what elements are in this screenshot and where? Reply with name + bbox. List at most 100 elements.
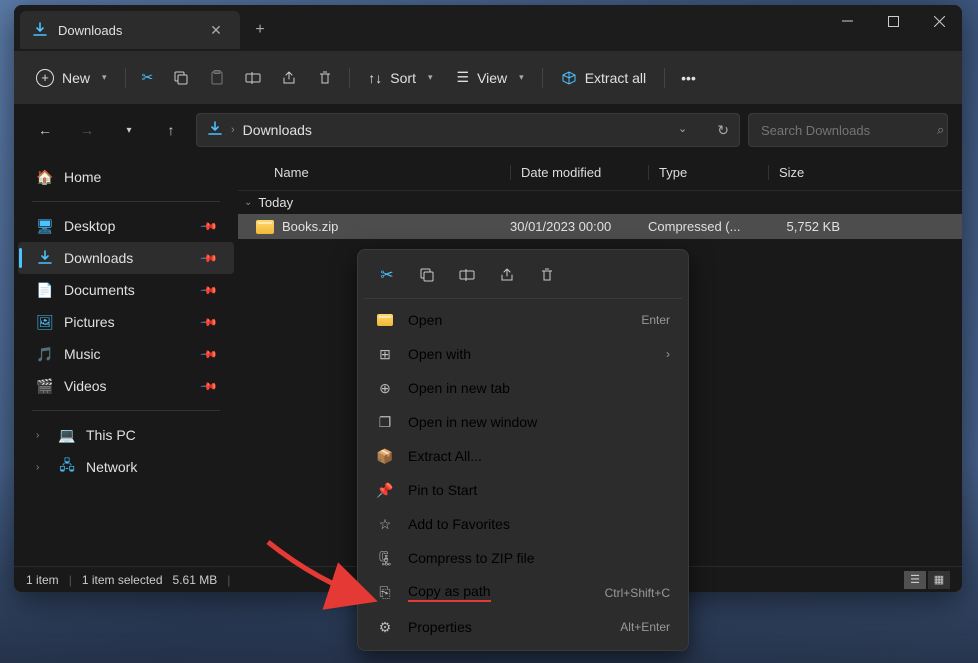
sidebar-item-videos[interactable]: 🎬 Videos 📌 [18,370,234,402]
close-tab-icon[interactable]: ✕ [204,18,228,42]
status-selected: 1 item selected [82,573,163,587]
search-box[interactable]: ⌕ [748,113,948,147]
search-icon: ⌕ [937,122,944,138]
sidebar-item-pictures[interactable]: 🖼 Pictures 📌 [18,306,234,338]
ctx-share-button[interactable] [490,260,524,290]
history-dropdown[interactable]: ▾ [112,113,146,147]
scissors-icon: ✂ [380,265,393,285]
pin-icon: 📌 [200,345,219,364]
extract-icon: 📦 [376,447,394,465]
ctx-open-tab[interactable]: ⊕ Open in new tab [364,371,682,405]
extract-icon [561,70,577,86]
chevron-down-icon[interactable]: ⌄ [678,122,687,139]
column-name[interactable]: Name [264,165,510,180]
file-name: Books.zip [282,219,338,234]
videos-icon: 🎬 [36,377,54,395]
share-button[interactable] [273,64,305,92]
file-size: 5,752 KB [768,219,854,234]
titlebar: Downloads ✕ + [14,5,962,51]
chevron-right-icon: › [231,124,235,136]
clipboard-icon [209,70,225,86]
new-window-icon: ❐ [376,413,394,431]
status-item-count: 1 item [26,573,59,587]
ctx-copy-button[interactable] [410,260,444,290]
column-date[interactable]: Date modified [510,165,648,180]
ctx-favorites[interactable]: ☆ Add to Favorites [364,507,682,541]
cut-button[interactable]: ✂ [134,63,162,92]
ctx-properties[interactable]: ⚙ Properties Alt+Enter [364,610,682,644]
up-button[interactable]: ↑ [154,113,188,147]
sidebar-item-home[interactable]: 🏠 Home [18,161,234,193]
chevron-right-icon: › [666,347,670,361]
context-quick-actions: ✂ [364,256,682,299]
new-tab-icon: ⊕ [376,379,394,397]
sidebar-item-music[interactable]: 🎵 Music 📌 [18,338,234,370]
sidebar-item-this-pc[interactable]: › 💻 This PC [18,419,234,451]
more-button[interactable]: ••• [673,64,704,92]
desktop-icon: 🖥 [36,217,54,235]
tab-downloads[interactable]: Downloads ✕ [20,11,240,49]
pin-icon: 📌 [200,249,219,268]
ctx-compress[interactable]: 🗜 Compress to ZIP file [364,541,682,575]
tab-title: Downloads [58,23,122,38]
chevron-right-icon[interactable]: › [36,430,48,441]
ctx-pin-start[interactable]: 📌 Pin to Start [364,473,682,507]
column-size[interactable]: Size [768,165,854,180]
download-icon [207,121,223,140]
rename-button[interactable] [237,64,269,92]
new-tab-button[interactable]: + [240,11,280,49]
back-button[interactable]: ← [28,113,62,147]
ctx-open[interactable]: Open Enter [364,303,682,337]
ctx-rename-button[interactable] [450,260,484,290]
chevron-down-icon: ▾ [428,72,433,83]
path-icon: ⎘ [376,584,394,602]
delete-button[interactable] [309,64,341,92]
copy-button[interactable] [165,64,197,92]
ctx-extract-all[interactable]: 📦 Extract All... [364,439,682,473]
sidebar-item-downloads[interactable]: Downloads 📌 [18,242,234,274]
maximize-button[interactable] [870,5,916,37]
pin-icon: 📌 [200,377,219,396]
chevron-right-icon[interactable]: › [36,462,48,473]
properties-icon: ⚙ [376,618,394,636]
paste-button[interactable] [201,64,233,92]
download-icon [36,249,54,267]
new-button[interactable]: + New ▾ [26,63,117,93]
sort-button[interactable]: ↑↓ Sort ▾ [358,64,442,92]
view-button[interactable]: ☰ View ▾ [447,63,534,92]
ctx-copy-path[interactable]: ⎘ Copy as path Ctrl+Shift+C [364,575,682,610]
refresh-button[interactable]: ↻ [717,122,729,139]
group-today[interactable]: ⌄ Today [238,191,962,214]
forward-button[interactable]: → [70,113,104,147]
copy-icon [173,70,189,86]
sort-icon: ↑↓ [368,70,382,86]
details-view-button[interactable]: ☰ [904,571,926,589]
address-location[interactable]: Downloads [243,122,312,138]
thumbnails-view-button[interactable]: ▦ [928,571,950,589]
file-row[interactable]: Books.zip 30/01/2023 00:00 Compressed (.… [238,214,962,239]
ctx-delete-button[interactable] [530,260,564,290]
pictures-icon: 🖼 [36,313,54,331]
search-input[interactable] [761,123,937,138]
sidebar-item-desktop[interactable]: 🖥 Desktop 📌 [18,210,234,242]
file-type: Compressed (... [648,219,768,234]
trash-icon [539,267,555,283]
sidebar-item-documents[interactable]: 📄 Documents 📌 [18,274,234,306]
context-menu: ✂ Open Enter ⊞ Open with › ⊕ Open in new… [357,249,689,651]
file-date: 30/01/2023 00:00 [510,219,648,234]
extract-all-button[interactable]: Extract all [551,64,656,92]
close-window-button[interactable] [916,5,962,37]
music-icon: 🎵 [36,345,54,363]
address-bar[interactable]: › Downloads ⌄ ↻ [196,113,740,147]
zip-icon: 🗜 [376,549,394,567]
pin-icon: 📌 [376,481,394,499]
scissors-icon: ✂ [142,69,154,86]
pin-icon: 📌 [200,281,219,300]
minimize-button[interactable] [824,5,870,37]
column-type[interactable]: Type [648,165,768,180]
column-headers: Name Date modified Type Size [238,155,962,191]
ctx-open-window[interactable]: ❐ Open in new window [364,405,682,439]
sidebar-item-network[interactable]: › 🖧 Network [18,451,234,483]
ctx-open-with[interactable]: ⊞ Open with › [364,337,682,371]
ctx-cut-button[interactable]: ✂ [370,260,404,290]
